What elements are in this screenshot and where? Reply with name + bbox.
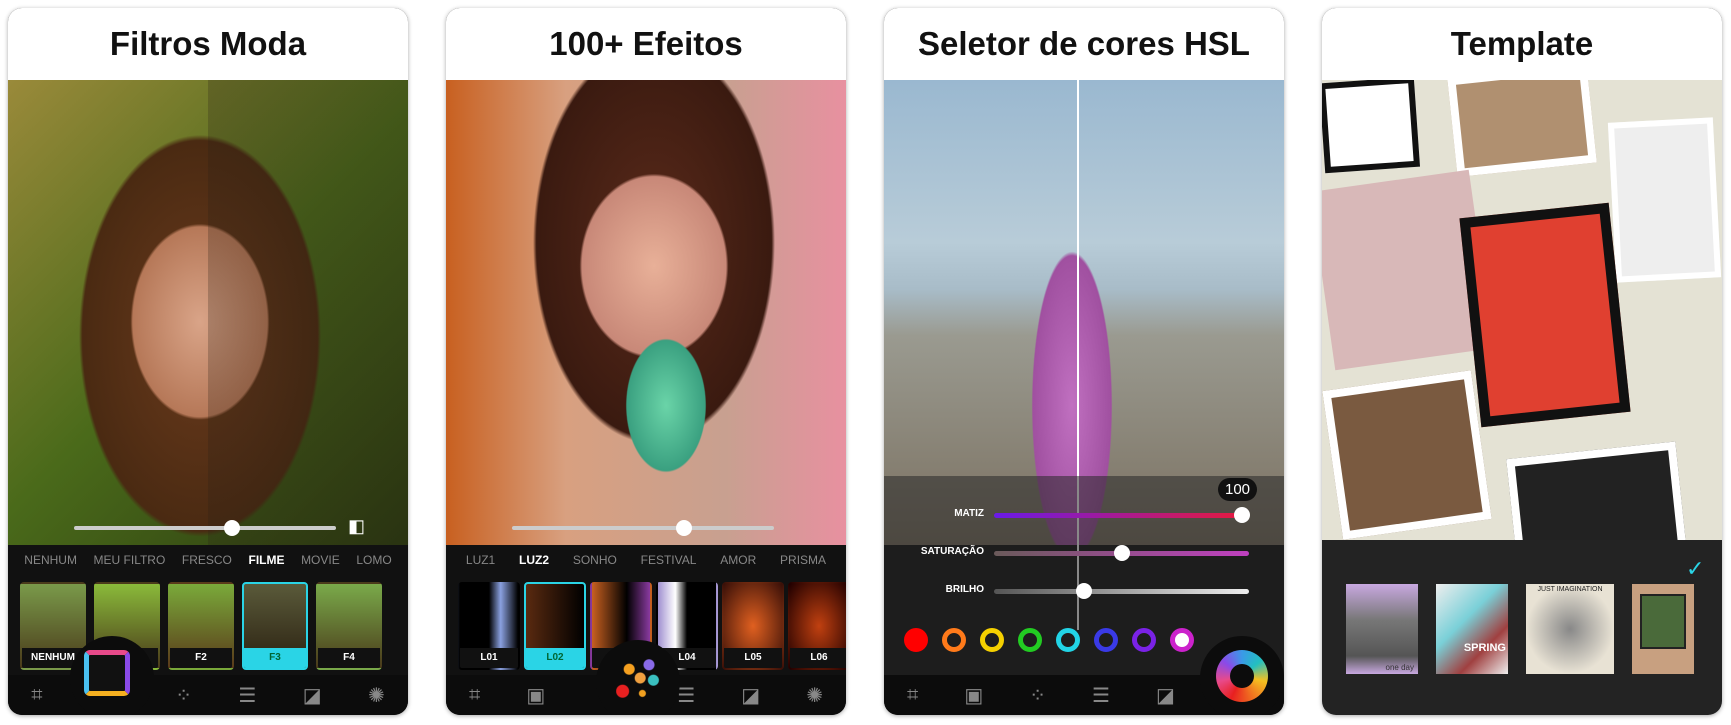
tab[interactable]: FESTIVAL xyxy=(641,553,697,567)
effects-fab[interactable] xyxy=(596,640,680,715)
curve-icon[interactable]: ◪ xyxy=(303,683,322,708)
effect-intensity-slider[interactable] xyxy=(512,520,774,536)
image-icon[interactable]: ▣ xyxy=(964,683,983,708)
vignette-icon[interactable]: ✺ xyxy=(806,683,823,708)
swatch-magenta[interactable] xyxy=(1170,628,1194,652)
collage-preview xyxy=(1322,80,1722,540)
template-thumb[interactable]: JUST IMAGINATION xyxy=(1526,584,1614,674)
effect-category-tabs: LUZ1 LUZ2 SONHO FESTIVAL AMOR PRISMA xyxy=(446,553,846,567)
tab[interactable]: NENHUM xyxy=(24,553,77,567)
template-text: JUST IMAGINATION xyxy=(1537,586,1603,593)
grain-icon[interactable]: ⁘ xyxy=(1029,683,1046,708)
panel-title: 100+ Efeitos xyxy=(446,8,846,80)
crop-icon[interactable]: ⌗ xyxy=(469,684,480,707)
photo-preview xyxy=(446,80,846,545)
thumb-label: F3 xyxy=(244,648,306,668)
effect-thumb-selected[interactable]: L02 xyxy=(524,582,586,670)
hue-slider[interactable]: MATIZ xyxy=(914,505,1254,525)
swatch-red[interactable] xyxy=(904,628,928,652)
tab[interactable]: FRESCO xyxy=(182,553,232,567)
thumb-label: L01 xyxy=(460,648,518,668)
effect-thumb[interactable]: L01 xyxy=(458,582,520,670)
tab-active[interactable]: LUZ2 xyxy=(519,553,549,567)
saturation-slider[interactable]: SATURAÇÃO xyxy=(914,543,1254,563)
tab[interactable]: PRISMA xyxy=(780,553,826,567)
crop-icon[interactable]: ⌗ xyxy=(907,684,918,707)
brightness-slider[interactable]: BRILHO xyxy=(914,581,1254,601)
compare-icon[interactable]: ◧ xyxy=(348,516,365,537)
curve-icon[interactable]: ◪ xyxy=(1156,683,1175,708)
value-badge: 100 xyxy=(1218,478,1258,501)
swatch-blue[interactable] xyxy=(1094,628,1118,652)
tab[interactable]: MEU FILTRO xyxy=(94,553,166,567)
filter-thumb-selected[interactable]: F3 xyxy=(242,582,308,670)
curve-icon[interactable]: ◪ xyxy=(741,683,760,708)
tab-active[interactable]: FILME xyxy=(248,553,284,567)
brightness-label: BRILHO xyxy=(945,584,984,595)
filter-thumb[interactable]: F2 xyxy=(168,582,234,670)
panel-title: Filtros Moda xyxy=(8,8,408,80)
color-swatches xyxy=(904,628,1194,652)
template-thumb[interactable]: one day xyxy=(1346,584,1418,674)
template-thumb[interactable]: SPRING xyxy=(1436,584,1508,674)
crop-icon[interactable]: ⌗ xyxy=(31,684,42,707)
swatch-orange[interactable] xyxy=(942,628,966,652)
tab[interactable]: MOVIE xyxy=(301,553,340,567)
tab[interactable]: AMOR xyxy=(720,553,756,567)
thumb-label: F4 xyxy=(318,648,380,668)
template-text: SPRING xyxy=(1463,642,1506,654)
tab[interactable]: LUZ1 xyxy=(466,553,495,567)
bottom-toolbar: ⌗ ⁘ ☰ ◪ ✺ xyxy=(8,675,408,715)
adjust-icon[interactable]: ☰ xyxy=(1092,683,1110,708)
panel-title: Seletor de cores HSL xyxy=(884,8,1284,80)
grain-icon[interactable]: ⁘ xyxy=(175,683,192,708)
panel-filtros-moda: Filtros Moda ◧ NENHUM MEU FILTRO FRESCO … xyxy=(8,8,408,715)
thumb-label: L06 xyxy=(790,648,846,668)
thumb-label: F2 xyxy=(170,648,232,668)
filter-fab[interactable] xyxy=(70,636,154,715)
filter-thumb[interactable]: F4 xyxy=(316,582,382,670)
adjust-icon[interactable]: ☰ xyxy=(238,683,256,708)
effects-dots-icon xyxy=(616,656,660,700)
photo-preview xyxy=(8,80,408,545)
swatch-cyan[interactable] xyxy=(1056,628,1080,652)
swatch-green[interactable] xyxy=(1018,628,1042,652)
effect-thumb[interactable]: L06 xyxy=(788,582,846,670)
template-text: one day xyxy=(1385,663,1414,672)
filter-category-tabs: NENHUM MEU FILTRO FRESCO FILME MOVIE LOM… xyxy=(8,553,408,567)
template-thumb[interactable] xyxy=(1632,584,1694,674)
panel-hsl: Seletor de cores HSL 100 MATIZ SATURAÇÃO… xyxy=(884,8,1284,715)
swatch-purple[interactable] xyxy=(1132,628,1156,652)
check-icon[interactable]: ✓ xyxy=(1686,556,1704,582)
hsl-fab[interactable] xyxy=(1200,636,1284,715)
panel-title: Template xyxy=(1322,8,1722,80)
template-list: one day SPRING JUST IMAGINATION xyxy=(1346,584,1694,674)
hue-label: MATIZ xyxy=(954,508,984,519)
swatch-yellow[interactable] xyxy=(980,628,1004,652)
color-wheel-icon xyxy=(1216,650,1268,702)
tab[interactable]: SONHO xyxy=(573,553,617,567)
image-icon[interactable]: ▣ xyxy=(526,683,545,708)
panel-efeitos: 100+ Efeitos LUZ1 LUZ2 SONHO FESTIVAL AM… xyxy=(446,8,846,715)
panel-template: Template ✓ one day SPRING JUST IMAGINATI… xyxy=(1322,8,1722,715)
thumb-label: L05 xyxy=(724,648,782,668)
adjust-icon[interactable]: ☰ xyxy=(677,683,695,708)
saturation-label: SATURAÇÃO xyxy=(920,546,984,557)
tab[interactable]: LOMO xyxy=(356,553,391,567)
filter-intensity-slider[interactable] xyxy=(74,520,336,536)
thumb-label: L02 xyxy=(526,648,584,668)
vignette-icon[interactable]: ✺ xyxy=(368,683,385,708)
filter-icon xyxy=(84,650,130,696)
effect-thumb[interactable]: L05 xyxy=(722,582,784,670)
